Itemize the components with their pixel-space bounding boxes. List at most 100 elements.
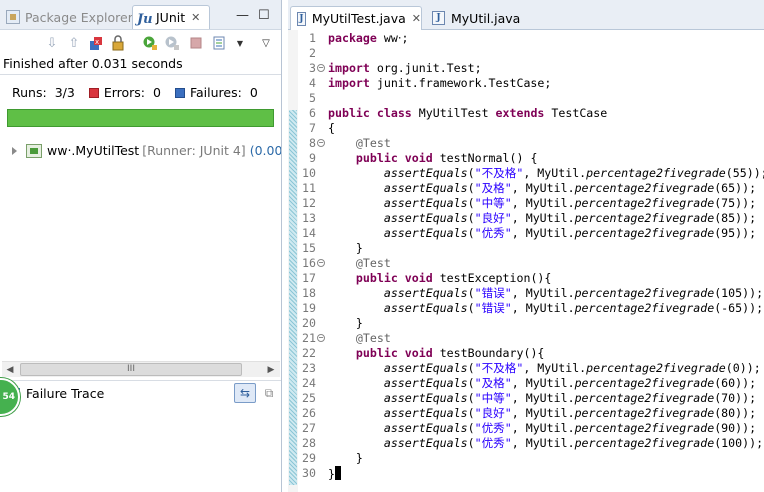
scroll-lock-icon[interactable] bbox=[110, 35, 126, 51]
code-line[interactable]: 16− @Test bbox=[298, 256, 764, 271]
code-line[interactable]: 17 public void testException(){ bbox=[298, 271, 764, 286]
fold-toggle-icon[interactable]: − bbox=[317, 334, 325, 342]
java-file-icon: J bbox=[432, 11, 445, 25]
test-progress-bar bbox=[7, 109, 274, 127]
fold-toggle-icon[interactable]: − bbox=[317, 259, 325, 267]
stop-icon[interactable] bbox=[188, 35, 204, 51]
code-line[interactable]: 8− @Test bbox=[298, 136, 764, 151]
close-icon[interactable]: ✕ bbox=[191, 11, 200, 24]
code-text: assertEquals("优秀", MyUtil.percentage2fiv… bbox=[383, 436, 764, 450]
code-text: assertEquals("优秀", MyUtil.percentage2fiv… bbox=[383, 421, 757, 435]
code-text: @Test bbox=[355, 136, 391, 150]
code-line[interactable]: 6 public class MyUtilTest extends TestCas… bbox=[298, 106, 764, 121]
line-number: 23 bbox=[302, 361, 316, 375]
line-number: 14 bbox=[302, 226, 316, 240]
tab-junit[interactable]: Ju JUnit ✕ bbox=[132, 5, 210, 29]
code-line[interactable]: 30} bbox=[298, 466, 764, 481]
code-text: assertEquals("错误", MyUtil.percentage2fiv… bbox=[383, 301, 764, 315]
horizontal-scrollbar[interactable]: ◀ III ▶ bbox=[2, 361, 280, 377]
line-number: 22 bbox=[302, 346, 316, 360]
code-line[interactable]: 29 } bbox=[298, 451, 764, 466]
minimize-icon[interactable]: — bbox=[236, 8, 249, 23]
code-line[interactable]: 5 bbox=[298, 91, 764, 106]
code-line[interactable]: 25 assertEquals("中等", MyUtil.percentage2… bbox=[298, 391, 764, 406]
code-line[interactable]: 11 assertEquals("及格", MyUtil.percentage2… bbox=[298, 181, 764, 196]
code-line[interactable]: 26 assertEquals("良好", MyUtil.percentage2… bbox=[298, 406, 764, 421]
code-text: } bbox=[328, 451, 363, 465]
code-line[interactable]: 13 assertEquals("良好", MyUtil.percentage2… bbox=[298, 211, 764, 226]
tab-myutil-java[interactable]: J MyUtil.java bbox=[426, 6, 520, 30]
code-line[interactable]: 15 } bbox=[298, 241, 764, 256]
scroll-right-icon[interactable]: ▶ bbox=[264, 363, 278, 377]
code-line[interactable]: 22 public void testBoundary(){ bbox=[298, 346, 764, 361]
line-number: 6 bbox=[309, 106, 316, 120]
code-line[interactable]: 24 assertEquals("及格", MyUtil.percentage2… bbox=[298, 376, 764, 391]
history-dropdown-icon[interactable]: ▼ bbox=[232, 35, 248, 51]
code-text: public void testBoundary(){ bbox=[355, 346, 545, 360]
code-area[interactable]: 1 package ww‧; 2 3− import org.junit.Test; 4 i… bbox=[298, 31, 764, 492]
code-line[interactable]: 14 assertEquals("优秀", MyUtil.percentage2… bbox=[298, 226, 764, 241]
tab-package-explorer[interactable]: Package Explorer bbox=[6, 5, 133, 29]
expand-arrow-icon[interactable] bbox=[12, 146, 20, 155]
code-line[interactable]: 3− import org.junit.Test; bbox=[298, 61, 764, 76]
rerun-failed-first-icon[interactable] bbox=[164, 35, 180, 51]
code-line[interactable]: 18 assertEquals("错误", MyUtil.percentage2… bbox=[298, 286, 764, 301]
code-text: assertEquals("不及格", MyUtil.percentage2fi… bbox=[383, 361, 761, 375]
errors-value: 0 bbox=[153, 85, 161, 100]
fold-toggle-icon[interactable]: − bbox=[317, 139, 325, 147]
filter-stack-trace-icon[interactable]: ⇆ bbox=[234, 383, 256, 403]
line-number: 1 bbox=[309, 31, 316, 45]
failures-value: 0 bbox=[249, 85, 258, 100]
fold-toggle-icon[interactable]: − bbox=[317, 64, 325, 72]
code-line[interactable]: 4 import junit.framework.TestCase; bbox=[298, 76, 764, 91]
code-text: public void testException(){ bbox=[355, 271, 552, 285]
code-line[interactable]: 23 assertEquals("不及格", MyUtil.percentage… bbox=[298, 361, 764, 376]
code-text: public class MyUtilTest extends TestCase bbox=[328, 106, 608, 120]
previous-failure-icon[interactable]: ⇧ bbox=[66, 35, 82, 51]
change-marker bbox=[289, 110, 297, 485]
line-number: 29 bbox=[302, 451, 316, 465]
tab-myutiltest-java[interactable]: J MyUtilTest.java ✕ bbox=[290, 6, 422, 30]
code-line[interactable]: 12 assertEquals("中等", MyUtil.percentage2… bbox=[298, 196, 764, 211]
rerun-test-icon[interactable] bbox=[142, 35, 158, 51]
code-line[interactable]: 28 assertEquals("优秀", MyUtil.percentage2… bbox=[298, 436, 764, 451]
code-line[interactable]: 21− @Test bbox=[298, 331, 764, 346]
view-menu-icon[interactable]: ▽ bbox=[258, 35, 274, 51]
test-run-history-icon[interactable] bbox=[212, 35, 228, 51]
code-text: assertEquals("中等", MyUtil.percentage2fiv… bbox=[383, 196, 757, 210]
line-number: 18 bbox=[302, 286, 316, 300]
line-number: 10 bbox=[302, 166, 316, 180]
code-line[interactable]: 7{ bbox=[298, 121, 764, 136]
code-text: assertEquals("优秀", MyUtil.percentage2fiv… bbox=[383, 226, 757, 240]
line-number: 26 bbox=[302, 406, 316, 420]
code-line[interactable]: 1 package ww‧; bbox=[298, 31, 764, 46]
scrollbar-thumb[interactable]: III bbox=[20, 363, 242, 376]
maximize-icon[interactable]: ☐ bbox=[258, 8, 270, 23]
annotation-ruler bbox=[288, 30, 298, 492]
next-failure-icon[interactable]: ⇩ bbox=[44, 35, 60, 51]
show-failures-only-icon[interactable]: x bbox=[88, 35, 104, 51]
code-line[interactable]: 10 assertEquals("不及格", MyUtil.percentage… bbox=[298, 166, 764, 181]
close-icon[interactable]: ✕ bbox=[412, 12, 421, 25]
divider bbox=[0, 74, 281, 75]
scroll-left-icon[interactable]: ◀ bbox=[3, 363, 17, 377]
runs-value: 3/3 bbox=[54, 85, 75, 100]
code-line[interactable]: 2 bbox=[298, 46, 764, 61]
code-line[interactable]: 9 public void testNormal() { bbox=[298, 151, 764, 166]
code-text: @Test bbox=[355, 256, 391, 270]
line-number: 30 bbox=[302, 466, 316, 480]
code-line[interactable]: 19 assertEquals("错误", MyUtil.percentage2… bbox=[298, 301, 764, 316]
run-status-text: Finished after 0.031 seconds bbox=[3, 56, 183, 71]
compare-results-icon[interactable]: ⧉ bbox=[260, 384, 278, 402]
line-number: 3 bbox=[309, 61, 316, 75]
package-explorer-icon bbox=[6, 10, 20, 24]
line-number: 4 bbox=[309, 76, 316, 90]
code-text: assertEquals("及格", MyUtil.percentage2fiv… bbox=[383, 376, 757, 390]
code-line[interactable]: 27 assertEquals("优秀", MyUtil.percentage2… bbox=[298, 421, 764, 436]
left-tab-bar: Package Explorer Ju JUnit ✕ — ☐ bbox=[0, 0, 281, 30]
code-line[interactable]: 20 } bbox=[298, 316, 764, 331]
code-text: import org.junit.Test; bbox=[328, 61, 482, 75]
test-tree-item[interactable]: ww‧.MyUtilTest [Runner: JUnit 4] (0.00) bbox=[12, 143, 281, 158]
line-number: 25 bbox=[302, 391, 316, 405]
junit-icon: Ju bbox=[137, 10, 153, 27]
